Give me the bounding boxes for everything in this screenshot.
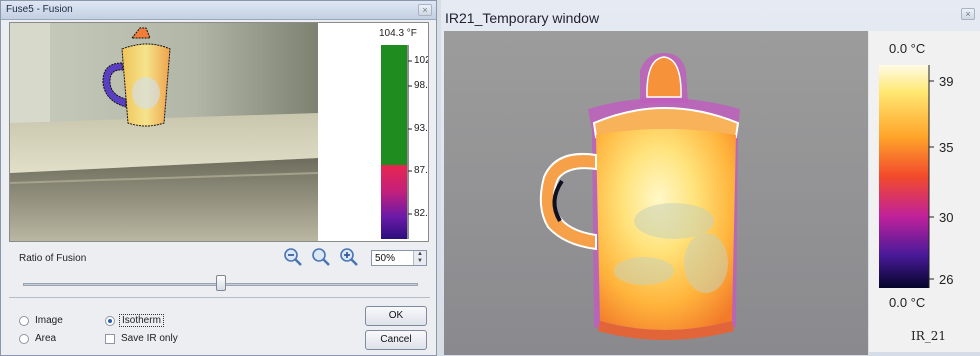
palette-bottom-reading: 0.0 °C (889, 295, 926, 310)
dialog-close-button[interactable]: × (418, 4, 432, 16)
dialog-title-bar[interactable]: Fuse5 - Fusion × (1, 1, 436, 20)
cancel-button[interactable]: Cancel (365, 330, 427, 350)
window-title: IR21_Temporary window (445, 10, 600, 26)
isotherm-radio-label: Isotherm (119, 314, 164, 327)
fusion-preview-panel: 104.3 °F 102 (9, 22, 429, 242)
fusion-slider-thumb[interactable] (215, 275, 226, 291)
temperature-palette: 0.0 °C 39 35 30 26 0.0 °C IR_21 (869, 31, 980, 352)
fusion-dialog: Fuse5 - Fusion × 104.3 °F 10 98. 93. 87.… (0, 0, 437, 356)
ok-button[interactable]: OK (365, 306, 427, 326)
isotherm-scale: 104.3 °F 102 (319, 23, 428, 241)
dialog-title: Fuse5 - Fusion (6, 4, 73, 15)
palette-tick-label: 30 (939, 210, 954, 225)
ir-temporary-window: IR21_Temporary window × 0.0 °C 39 35 30 … (441, 0, 980, 356)
palette-tick-label: 26 (939, 272, 954, 287)
ratio-of-fusion-label: Ratio of Fusion (19, 253, 87, 264)
device-label: IR_21 (911, 329, 947, 343)
fusion-preview-image (10, 23, 318, 241)
zoom-percent-value: 50% (375, 253, 396, 264)
zoom-spinner[interactable]: ▲ ▼ (413, 251, 426, 265)
scale-tick-label: 98.6 (414, 80, 428, 91)
image-radio-label: Image (35, 315, 63, 326)
area-radio[interactable] (19, 334, 29, 344)
image-radio[interactable] (19, 316, 29, 326)
save-ir-only-checkbox[interactable] (105, 334, 115, 344)
zoom-fit-icon[interactable] (311, 247, 331, 267)
scale-tick-label: 93.3 (414, 123, 428, 134)
isotherm-radio[interactable] (105, 316, 115, 326)
palette-tick-label: 35 (939, 140, 954, 155)
scale-tick-label: 102 (414, 55, 428, 66)
scale-tick-label: 82.6 (414, 208, 428, 219)
zoom-in-icon[interactable] (339, 247, 359, 267)
scale-tick-label: 87.9 (414, 165, 428, 176)
palette-tick-label: 39 (939, 74, 954, 89)
save-ir-only-label: Save IR only (121, 333, 178, 344)
area-radio-label: Area (35, 333, 57, 344)
thermal-image (444, 31, 868, 355)
window-close-button[interactable]: × (961, 8, 975, 20)
divider (9, 297, 430, 298)
isotherm-color-bar (381, 45, 412, 239)
zoom-percent-input[interactable]: 50% ▲ ▼ (371, 250, 427, 266)
zoom-out-icon[interactable] (283, 247, 303, 267)
